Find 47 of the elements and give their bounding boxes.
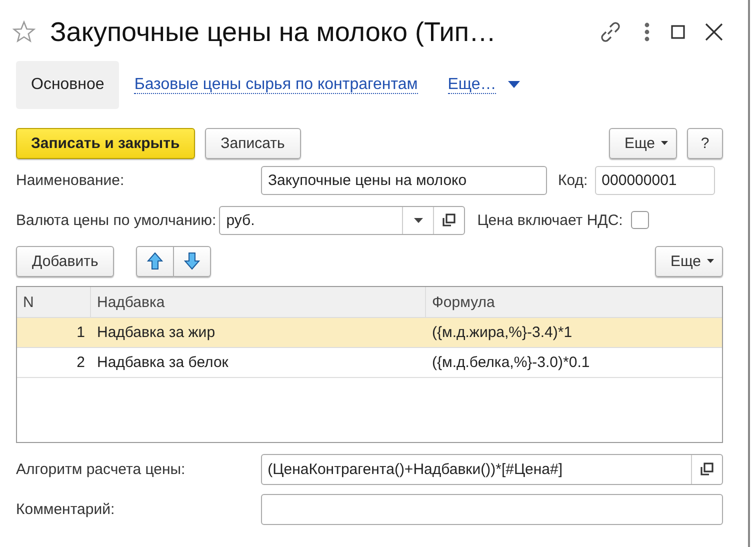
move-up-button[interactable] (136, 246, 174, 276)
name-field[interactable]: Закупочные цены на молоко (261, 166, 547, 194)
field-label: Код: (558, 172, 588, 188)
table-cell: 1 (76, 324, 85, 341)
column-header[interactable]: Формула (426, 287, 722, 317)
star-icon[interactable] (12, 20, 36, 44)
save-close-button[interactable]: Записать и закрыть (16, 128, 195, 158)
dropdown-icon (414, 218, 423, 222)
dropdown-icon (508, 81, 520, 89)
field-label: Комментарий: (16, 500, 116, 518)
comment-field[interactable] (260, 494, 723, 524)
column-header[interactable]: Надбавка (91, 287, 426, 317)
table-row[interactable]: 1 Надбавка за жир ({м.д.жира,%}-3.4)*1 (17, 318, 722, 348)
more-button[interactable]: Еще (609, 128, 677, 158)
more-vertical-icon[interactable] (643, 21, 651, 43)
arrow-up-icon (147, 252, 164, 270)
arrow-down-icon (184, 252, 200, 270)
add-button[interactable]: Добавить (16, 246, 114, 276)
move-down-button[interactable] (174, 246, 212, 276)
caret-icon (661, 141, 668, 145)
field-label: Цена включает НДС: (477, 212, 623, 228)
maximize-icon[interactable] (671, 25, 685, 39)
tab[interactable]: Базовые цены сырья по контрагентам (119, 61, 433, 109)
save-button[interactable]: Записать (204, 128, 301, 158)
table-cell: Надбавка за жир (97, 324, 216, 341)
currency-field[interactable]: руб. (219, 206, 466, 234)
column-header[interactable]: N (17, 287, 91, 317)
open-window-icon (699, 461, 715, 477)
table-cell: ({м.д.жира,%}-3.4)*1 (432, 324, 572, 341)
more-button[interactable]: Еще (655, 246, 723, 276)
close-icon[interactable] (705, 23, 723, 41)
table-cell: ({м.д.белка,%}-3.0)*0.1 (432, 354, 590, 371)
field-label: Наименование: (16, 172, 126, 188)
table-row[interactable]: 2 Надбавка за белок ({м.д.белка,%}-3.0)*0.1 (17, 348, 722, 378)
field-label: Алгоритм расчета цены: (16, 460, 186, 478)
vat-checkbox[interactable] (630, 211, 649, 229)
window-title: Закупочные цены на молоко (Тип… (50, 16, 498, 48)
open-window-icon (441, 212, 458, 228)
help-button[interactable]: ? (687, 128, 723, 158)
caret-icon (707, 259, 714, 263)
code-field[interactable]: 000000001 (594, 166, 715, 194)
algorithm-field[interactable]: (ЦенаКонтрагента()+Надбавки())*[#Цена#] (260, 454, 723, 484)
field-label: Валюта цены по умолчанию: (16, 212, 216, 228)
tab[interactable]: Основное (16, 61, 120, 109)
table-cell: Надбавка за белок (97, 354, 228, 371)
tab[interactable]: Еще… (432, 61, 536, 109)
table-cell: 2 (76, 354, 85, 371)
